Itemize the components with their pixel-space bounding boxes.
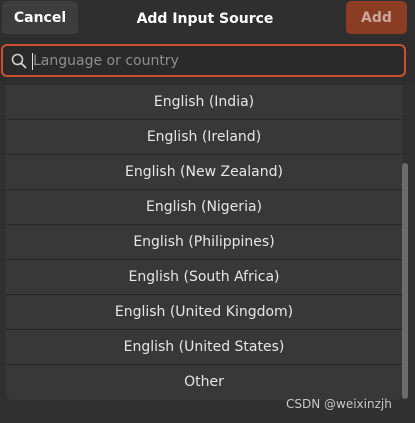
list-item[interactable]: English (United Kingdom): [6, 295, 402, 330]
list-item[interactable]: English (New Zealand): [6, 155, 402, 190]
language-list: English (India) English (Ireland) English …: [6, 85, 402, 400]
watermark: CSDN @weixinzjh: [286, 397, 392, 411]
list-item[interactable]: English (United States): [6, 330, 402, 365]
scrollbar[interactable]: [402, 163, 408, 399]
language-list-container: English (India) English (Ireland) English …: [0, 85, 415, 423]
header-bar: Cancel Add Input Source Add: [0, 0, 415, 37]
list-item-other[interactable]: Other: [6, 365, 402, 399]
add-input-source-dialog: Cancel Add Input Source Add English (Ind…: [0, 0, 415, 423]
list-item[interactable]: English (Ireland): [6, 120, 402, 155]
add-button[interactable]: Add: [346, 1, 407, 34]
list-item[interactable]: English (Philippines): [6, 225, 402, 260]
list-item[interactable]: English (South Africa): [6, 260, 402, 295]
dialog-title: Add Input Source: [136, 10, 274, 27]
cancel-button[interactable]: Cancel: [2, 1, 78, 34]
search-input[interactable]: [33, 49, 393, 72]
search-field[interactable]: [1, 44, 406, 77]
list-item[interactable]: English (India): [6, 85, 402, 120]
list-item[interactable]: English (Nigeria): [6, 190, 402, 225]
search-icon: [11, 53, 27, 69]
